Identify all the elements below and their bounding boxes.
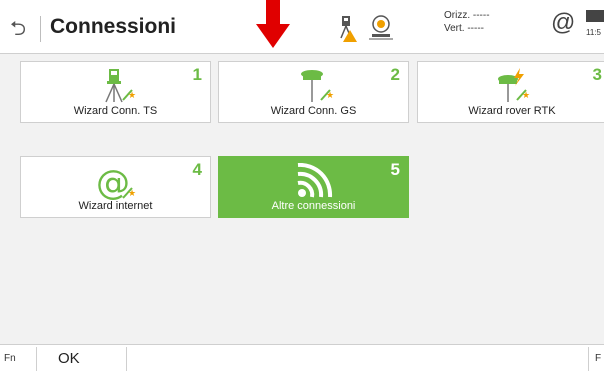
tile-label: Wizard rover RTK [468, 105, 556, 117]
tile-wizard-rover-rtk[interactable]: ★ 3 Wizard rover RTK [417, 61, 604, 123]
tile-wizard-conn-ts[interactable]: ★ 1 Wizard Conn. TS [20, 61, 211, 123]
bottom-separator [588, 347, 589, 371]
fn-key[interactable]: Fn [4, 353, 16, 364]
rtk-rover-wizard-icon: ★ [498, 68, 530, 102]
title-bar: ⮌ Connessioni Orizz. ----- Vert. ----- @… [0, 0, 604, 54]
internet-at-wizard-icon: @ ★ [96, 163, 136, 201]
receiver-status-icon[interactable] [369, 14, 393, 40]
title-separator [40, 16, 41, 42]
tile-altre-connessioni[interactable]: 5 Altre connessioni [218, 156, 409, 218]
svg-text:★: ★ [326, 91, 334, 101]
tile-number: 1 [192, 65, 202, 84]
internet-at-icon[interactable]: @ [551, 9, 575, 37]
tile-label: Wizard Conn. TS [73, 105, 158, 117]
wifi-icon [297, 163, 332, 198]
page-title: Connessioni [50, 15, 177, 38]
total-station-wizard-icon: ★ [104, 69, 136, 103]
tile-label: Altre connessioni [271, 200, 356, 212]
tile-wizard-conn-gs[interactable]: ★ 2 Wizard Conn. GS [218, 61, 409, 123]
back-icon[interactable]: ⮌ [10, 18, 32, 40]
total-station-warning-icon[interactable] [336, 14, 358, 42]
svg-text:★: ★ [522, 91, 530, 101]
tile-number: 4 [192, 160, 202, 179]
tile-number: 2 [390, 65, 400, 84]
tile-label: Wizard Conn. GS [270, 105, 357, 117]
bottom-bar: Fn OK F [0, 344, 604, 372]
tile-number: 5 [390, 160, 400, 179]
clock: 11:5 [586, 28, 601, 37]
ok-button[interactable]: OK [58, 350, 80, 367]
red-arrow-annotation [256, 0, 290, 48]
bottom-separator [126, 347, 127, 371]
f-key[interactable]: F [595, 353, 601, 364]
vert-label: Vert. ----- [444, 23, 484, 34]
orizz-label: Orizz. ----- [444, 10, 490, 21]
tile-wizard-internet[interactable]: @ ★ 4 Wizard internet [20, 156, 211, 218]
battery-icon [586, 10, 604, 22]
svg-text:★: ★ [128, 189, 136, 199]
tile-number: 3 [592, 65, 602, 84]
precision-readout: Orizz. ----- Vert. ----- [444, 9, 490, 35]
svg-text:★: ★ [128, 91, 136, 101]
gnss-antenna-wizard-icon: ★ [300, 70, 334, 102]
tile-label: Wizard internet [78, 200, 153, 212]
bottom-separator [36, 347, 37, 371]
